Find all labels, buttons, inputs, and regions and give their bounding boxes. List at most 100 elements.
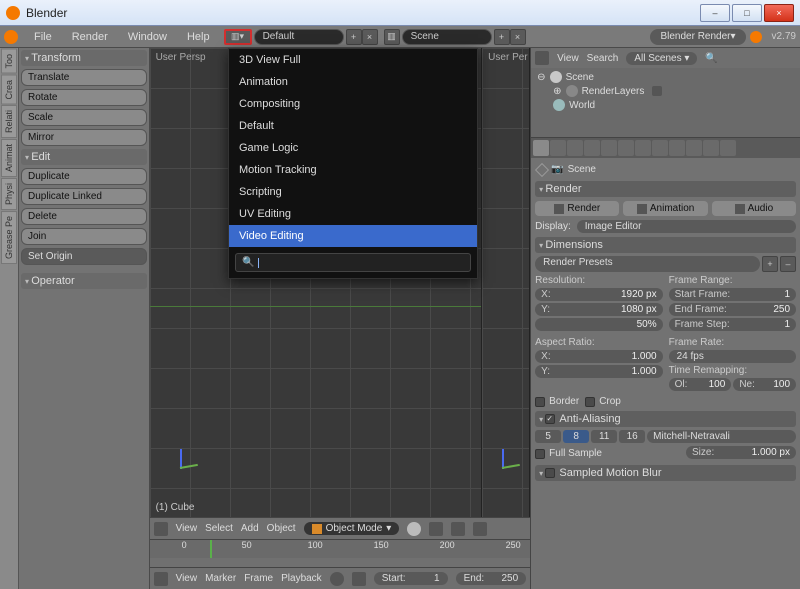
preset-add-button[interactable]: + — [762, 256, 778, 272]
layout-option-game-logic[interactable]: Game Logic — [229, 137, 477, 159]
editor-type-icon[interactable] — [535, 51, 549, 65]
delete-button[interactable]: Delete — [21, 208, 147, 225]
menu-window[interactable]: Window — [118, 29, 177, 45]
render-presets-selector[interactable]: Render Presets — [535, 256, 760, 272]
tab-render[interactable] — [533, 140, 549, 156]
scene-add-button[interactable]: + — [494, 29, 510, 45]
outliner-item-renderlayers[interactable]: ⊕ RenderLayers — [537, 84, 794, 98]
layout-option-uv-editing[interactable]: UV Editing — [229, 203, 477, 225]
outliner-item-scene[interactable]: ⊖ Scene — [537, 70, 794, 84]
translate-button[interactable]: Translate — [21, 69, 147, 86]
aspect-y-field[interactable]: Y:1.000 — [535, 365, 662, 378]
resolution-percent-field[interactable]: 50% — [535, 318, 662, 331]
timeline-cursor[interactable] — [210, 540, 212, 558]
tab-material[interactable] — [669, 140, 685, 156]
join-button[interactable]: Join — [21, 228, 147, 245]
layout-option-scripting[interactable]: Scripting — [229, 181, 477, 203]
render-engine-selector[interactable]: Blender Render ▾ — [650, 29, 745, 45]
layers-icon[interactable] — [451, 522, 465, 536]
lock-icon[interactable] — [352, 572, 366, 586]
tab-grease-pencil[interactable]: Grease Pe — [1, 211, 17, 264]
window-minimize-button[interactable]: – — [700, 4, 730, 22]
mode-selector[interactable]: Object Mode ▾ — [304, 522, 400, 535]
outliner-menu-search[interactable]: Search — [587, 53, 619, 64]
clock-icon[interactable] — [330, 572, 344, 586]
start-frame-field[interactable]: Start Frame:1 — [669, 288, 796, 301]
tab-world[interactable] — [584, 140, 600, 156]
border-checkbox[interactable]: Border — [535, 396, 579, 407]
layout-remove-button[interactable]: × — [362, 29, 378, 45]
section-antialiasing[interactable]: Anti-Aliasing — [535, 411, 796, 427]
tab-scene[interactable] — [567, 140, 583, 156]
timeline-menu-view[interactable]: View — [176, 573, 198, 584]
animation-button[interactable]: Animation — [623, 201, 707, 216]
search-icon[interactable]: 🔍 — [705, 53, 717, 64]
tab-tools[interactable]: Too — [1, 49, 17, 74]
tab-relations[interactable]: Relati — [1, 105, 17, 138]
aa-samples-8[interactable]: 8 — [563, 430, 589, 443]
editor-type-icon[interactable] — [154, 522, 168, 536]
menu-help[interactable]: Help — [177, 29, 220, 45]
tab-texture[interactable] — [686, 140, 702, 156]
full-sample-checkbox[interactable]: Full Sample — [535, 448, 602, 459]
panel-operator[interactable]: Operator — [21, 273, 147, 289]
layout-option-default[interactable]: Default — [229, 115, 477, 137]
layout-option-video-editing[interactable]: Video Editing — [229, 225, 477, 247]
duplicate-linked-button[interactable]: Duplicate Linked — [21, 188, 147, 205]
window-maximize-button[interactable]: □ — [732, 4, 762, 22]
set-origin-button[interactable]: Set Origin — [21, 248, 147, 265]
aa-samples-11[interactable]: 11 — [591, 430, 617, 443]
frame-rate-selector[interactable]: 24 fps — [669, 350, 796, 363]
duplicate-button[interactable]: Duplicate — [21, 168, 147, 185]
panel-edit[interactable]: Edit — [21, 149, 147, 165]
tab-animation[interactable]: Animat — [1, 139, 17, 177]
layout-option-3dview-full[interactable]: 3D View Full — [229, 49, 477, 71]
aa-samples-16[interactable]: 16 — [619, 430, 645, 443]
timeline-menu-frame[interactable]: Frame — [244, 573, 273, 584]
editor-type-icon[interactable] — [154, 572, 168, 586]
resolution-y-field[interactable]: Y:1080 px — [535, 303, 662, 316]
section-render[interactable]: Render — [535, 181, 796, 197]
outliner-filter[interactable]: All Scenes ▾ — [626, 52, 697, 65]
crop-checkbox[interactable]: Crop — [585, 396, 621, 407]
tab-physics[interactable]: Physi — [1, 178, 17, 210]
tab-create[interactable]: Crea — [1, 75, 17, 105]
3d-viewport-right[interactable]: User Per — [482, 48, 530, 517]
tab-modifiers[interactable] — [635, 140, 651, 156]
resolution-x-field[interactable]: X:1920 px — [535, 288, 662, 301]
timeline-menu-marker[interactable]: Marker — [205, 573, 236, 584]
tab-constraints[interactable] — [618, 140, 634, 156]
tab-particles[interactable] — [703, 140, 719, 156]
3dview-menu-select[interactable]: Select — [205, 523, 233, 534]
scene-remove-button[interactable]: × — [510, 29, 526, 45]
window-close-button[interactable]: × — [764, 4, 794, 22]
scale-button[interactable]: Scale — [21, 109, 147, 126]
tab-renderlayers[interactable] — [550, 140, 566, 156]
section-sampled-motion-blur[interactable]: Sampled Motion Blur — [535, 465, 796, 481]
panel-transform[interactable]: Transform — [21, 50, 147, 66]
aa-samples-5[interactable]: 5 — [535, 430, 561, 443]
filter-size-field[interactable]: Size:1.000 px — [686, 446, 796, 459]
aa-filter-selector[interactable]: Mitchell-Netravali — [647, 430, 796, 443]
layout-add-button[interactable]: + — [346, 29, 362, 45]
3dview-menu-add[interactable]: Add — [241, 523, 259, 534]
layout-option-compositing[interactable]: Compositing — [229, 93, 477, 115]
rotate-button[interactable]: Rotate — [21, 89, 147, 106]
section-dimensions[interactable]: Dimensions — [535, 237, 796, 253]
screen-layout-selector[interactable]: ▥▾ — [224, 29, 252, 45]
preset-remove-button[interactable]: – — [780, 256, 796, 272]
layout-name-field[interactable]: Default — [254, 29, 344, 45]
end-frame-field[interactable]: End:250 — [456, 572, 527, 585]
layout-search-input[interactable]: 🔍 — [235, 253, 471, 272]
timeline-menu-playback[interactable]: Playback — [281, 573, 322, 584]
menu-render[interactable]: Render — [62, 29, 118, 45]
frame-step-field[interactable]: Frame Step:1 — [669, 318, 796, 331]
tab-object[interactable] — [601, 140, 617, 156]
outliner-menu-view[interactable]: View — [557, 53, 579, 64]
render-button[interactable]: Render — [535, 201, 619, 216]
remap-old-field[interactable]: Ol:100 — [669, 378, 732, 391]
aspect-x-field[interactable]: X:1.000 — [535, 350, 662, 363]
pivot-icon[interactable] — [429, 522, 443, 536]
menu-file[interactable]: File — [24, 29, 62, 45]
end-frame-field[interactable]: End Frame:250 — [669, 303, 796, 316]
